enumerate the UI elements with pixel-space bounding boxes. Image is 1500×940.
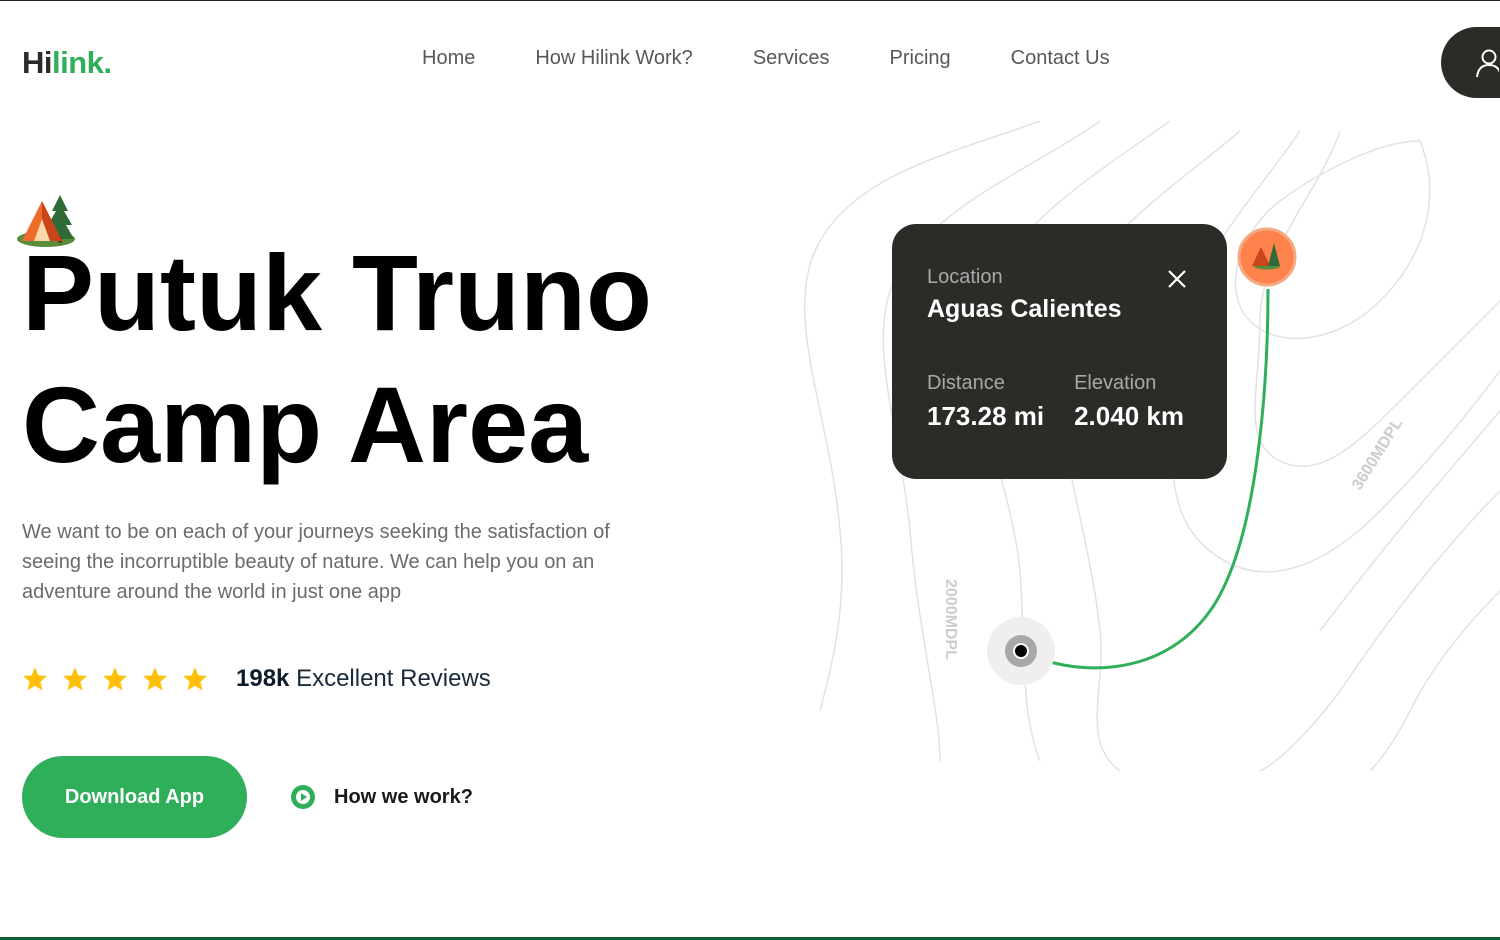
- how-we-work-link[interactable]: How we work?: [290, 784, 473, 810]
- hero-description: We want to be on each of your journeys s…: [22, 521, 610, 603]
- logo-text-green: link.: [52, 45, 112, 80]
- rating-text: 198k Excellent Reviews: [236, 665, 491, 693]
- elevation-label: Elevation: [1074, 372, 1157, 394]
- nav-item-services[interactable]: Services: [753, 47, 830, 70]
- star-icon: [103, 667, 127, 691]
- close-icon[interactable]: [1166, 268, 1188, 290]
- camp-pin-marker[interactable]: [1237, 227, 1297, 287]
- nav-item-contact-us[interactable]: Contact Us: [1011, 47, 1110, 70]
- how-we-work-label: How we work?: [334, 785, 473, 808]
- location-dot-icon: [1013, 643, 1029, 659]
- hilink-logo[interactable]: Hilink.: [22, 45, 112, 81]
- distance-label: Distance: [927, 372, 1005, 394]
- user-icon: [1476, 49, 1499, 77]
- nav-item-home[interactable]: Home: [422, 47, 475, 70]
- contour-label-2000: 2000MDPL: [942, 579, 959, 660]
- star-icon: [63, 667, 87, 691]
- star-icon: [143, 667, 167, 691]
- location-info-card: Location Aguas Calientes Distance 173.28…: [892, 224, 1227, 479]
- elevation-stat: Elevation 2.040 km: [1074, 372, 1184, 432]
- nav-item-how-hilink-work[interactable]: How Hilink Work?: [535, 47, 692, 70]
- start-marker: [987, 617, 1055, 685]
- location-stats: Distance 173.28 mi Elevation 2.040 km: [927, 372, 1192, 432]
- hero-title-line-1: Putuk Truno: [22, 232, 652, 353]
- elevation-value: 2.040 km: [1074, 401, 1184, 431]
- location-value: Aguas Calientes: [927, 295, 1122, 323]
- rating-label: Excellent Reviews: [296, 665, 491, 692]
- rating-row: 198k Excellent Reviews: [22, 665, 491, 693]
- location-label: Location: [927, 266, 1003, 288]
- star-icon: [23, 667, 47, 691]
- play-circle-icon: [291, 785, 315, 809]
- logo-text-dark: Hi: [22, 45, 53, 80]
- hero-title-line-2: Camp Area: [22, 364, 589, 485]
- hero-title: Putuk Truno Camp Area: [22, 227, 652, 491]
- rating-stars: [22, 666, 208, 692]
- contour-label-3600: 3600MDPL: [1349, 415, 1406, 493]
- download-app-button[interactable]: Download App: [22, 756, 247, 838]
- main-nav: Home How Hilink Work? Services Pricing C…: [422, 47, 1110, 70]
- distance-stat: Distance 173.28 mi: [927, 372, 1044, 432]
- page: Hilink. Home How Hilink Work? Services P…: [0, 0, 1500, 940]
- login-button[interactable]: [1441, 27, 1500, 98]
- star-icon: [183, 667, 207, 691]
- nav-item-pricing[interactable]: Pricing: [890, 47, 951, 70]
- rating-count: 198k: [236, 665, 290, 692]
- distance-value: 173.28 mi: [927, 401, 1045, 431]
